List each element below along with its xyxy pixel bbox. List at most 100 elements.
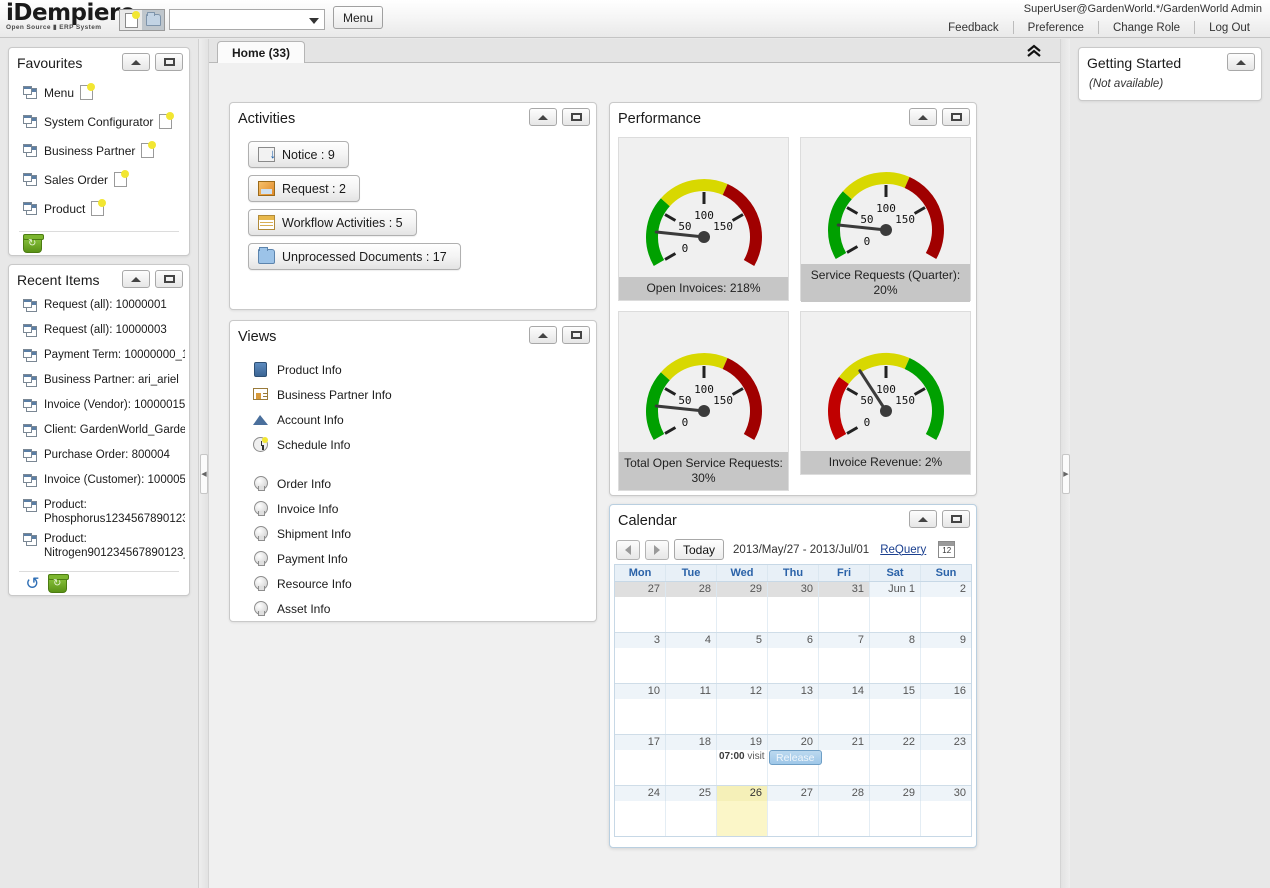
favourites-collapse-button[interactable] <box>122 53 150 71</box>
calendar-date-number[interactable]: 5 <box>717 633 768 648</box>
calendar-day-cell[interactable] <box>819 750 870 785</box>
recent-maximize-button[interactable] <box>155 270 183 288</box>
left-splitter[interactable] <box>199 39 209 888</box>
new-tab-button[interactable] <box>142 10 164 30</box>
recent-item[interactable]: Request (all): 10000003 <box>9 320 189 345</box>
calendar-date-number[interactable]: 29 <box>717 582 768 597</box>
preference-link[interactable]: Preference <box>1014 22 1098 34</box>
calendar-date-number[interactable]: 23 <box>921 735 971 750</box>
calendar-date-number[interactable]: 18 <box>666 735 717 750</box>
calendar-event-text[interactable]: 07:00 visit <box>719 751 765 762</box>
calendar-date-number[interactable]: 7 <box>819 633 870 648</box>
calendar-day-cell[interactable] <box>768 648 819 683</box>
calendar-date-number[interactable]: 6 <box>768 633 819 648</box>
calendar-next-button[interactable] <box>645 540 669 560</box>
left-splitter-collapse-handle[interactable] <box>200 454 208 494</box>
calendar-date-number[interactable]: 27 <box>768 786 819 801</box>
calendar-date-number[interactable]: 29 <box>870 786 921 801</box>
chevron-down-icon[interactable] <box>309 18 319 24</box>
recent-item[interactable]: Product: Phosphorus1234567890123_1234 <box>9 495 189 529</box>
view-item[interactable]: Account Info <box>252 407 596 432</box>
recent-item[interactable]: Client: GardenWorld_GardenW <box>9 420 189 445</box>
recent-item[interactable]: Invoice (Vendor): 10000015 <box>9 395 189 420</box>
calendar-day-cell[interactable] <box>921 750 971 785</box>
calendar-date-number[interactable]: 19 <box>717 735 768 750</box>
calendar-date-number[interactable]: 4 <box>666 633 717 648</box>
new-window-button[interactable] <box>120 10 142 30</box>
calendar-date-number[interactable]: 22 <box>870 735 921 750</box>
chevron-double-up-icon[interactable] <box>1022 40 1046 62</box>
gauge-card[interactable]: 050100150Service Requests (Quarter): 20% <box>800 137 971 301</box>
calendar-day-cell[interactable] <box>921 597 971 632</box>
calendar-day-cell[interactable] <box>615 648 666 683</box>
activities-collapse-button[interactable] <box>529 108 557 126</box>
document-icon[interactable] <box>80 85 93 100</box>
views-collapse-button[interactable] <box>529 326 557 344</box>
activity-button[interactable]: Notice : 9 <box>248 141 349 168</box>
activity-button[interactable]: Workflow Activities : 5 <box>248 209 417 236</box>
calendar-day-cell[interactable] <box>615 750 666 785</box>
calendar-date-number[interactable]: 13 <box>768 684 819 699</box>
calendar-date-number[interactable]: 12 <box>717 684 768 699</box>
view-item[interactable]: Product Info <box>252 357 596 382</box>
calendar-day-cell[interactable] <box>921 699 971 734</box>
view-item[interactable]: Payment Info <box>252 546 596 571</box>
calendar-maximize-button[interactable] <box>942 510 970 528</box>
calendar-date-number[interactable]: 11 <box>666 684 717 699</box>
view-item[interactable]: Shipment Info <box>252 521 596 546</box>
recent-item[interactable]: Product: Nitrogen901234567890123_Phosp <box>9 529 189 563</box>
calendar-day-cell[interactable] <box>717 648 768 683</box>
view-item[interactable]: Business Partner Info <box>252 382 596 407</box>
favourite-item[interactable]: System Configurator <box>9 107 189 136</box>
calendar-day-cell[interactable] <box>819 648 870 683</box>
calendar-date-number[interactable]: 30 <box>921 786 971 801</box>
calendar-day-cell[interactable] <box>768 801 819 836</box>
calendar-day-cell[interactable] <box>615 597 666 632</box>
calendar-date-number[interactable]: 14 <box>819 684 870 699</box>
view-item[interactable]: Resource Info <box>252 571 596 596</box>
calendar-date-number[interactable]: 28 <box>666 582 717 597</box>
calendar-day-cell[interactable] <box>666 597 717 632</box>
right-splitter[interactable] <box>1060 39 1070 888</box>
calendar-day-cell[interactable] <box>615 699 666 734</box>
calendar-day-cell[interactable] <box>666 699 717 734</box>
calendar-collapse-button[interactable] <box>909 510 937 528</box>
document-icon[interactable] <box>159 114 172 129</box>
views-maximize-button[interactable] <box>562 326 590 344</box>
calendar-date-number[interactable]: 15 <box>870 684 921 699</box>
calendar-day-cell[interactable] <box>870 801 921 836</box>
calendar-requery-link[interactable]: ReQuery <box>880 544 926 556</box>
favourite-item[interactable]: Menu <box>9 78 189 107</box>
recycle-bin-icon[interactable] <box>23 236 42 253</box>
calendar-day-cell[interactable] <box>717 597 768 632</box>
document-icon[interactable] <box>91 201 104 216</box>
refresh-icon[interactable]: ↺ <box>23 576 42 593</box>
feedback-link[interactable]: Feedback <box>934 22 1013 34</box>
calendar-day-cell[interactable] <box>717 699 768 734</box>
document-icon[interactable] <box>114 172 127 187</box>
calendar-day-cell[interactable] <box>819 597 870 632</box>
calendar-date-number[interactable]: Jun 1 <box>870 582 921 597</box>
calendar-date-number[interactable]: 28 <box>819 786 870 801</box>
calendar-date-number[interactable]: 27 <box>615 582 666 597</box>
calendar-date-number[interactable]: 31 <box>819 582 870 597</box>
tab-home[interactable]: Home (33) <box>217 41 305 64</box>
calendar-date-number[interactable]: 16 <box>921 684 971 699</box>
calendar-date-number[interactable]: 2 <box>921 582 971 597</box>
view-item[interactable]: Schedule Info <box>252 432 596 457</box>
calendar-prev-button[interactable] <box>616 540 640 560</box>
calendar-day-cell[interactable] <box>921 648 971 683</box>
favourites-maximize-button[interactable] <box>155 53 183 71</box>
calendar-date-number[interactable]: 30 <box>768 582 819 597</box>
activity-button[interactable]: Request : 2 <box>248 175 360 202</box>
calendar-day-cell[interactable] <box>870 648 921 683</box>
getting-started-collapse-button[interactable] <box>1227 53 1255 71</box>
calendar-day-cell[interactable] <box>870 699 921 734</box>
calendar-day-cell[interactable] <box>819 801 870 836</box>
performance-maximize-button[interactable] <box>942 108 970 126</box>
calendar-event-chip[interactable]: Release <box>769 750 822 765</box>
calendar-day-cell[interactable] <box>717 801 768 836</box>
log-out-link[interactable]: Log Out <box>1195 22 1264 34</box>
change-role-link[interactable]: Change Role <box>1099 22 1194 34</box>
calendar-date-number[interactable]: 8 <box>870 633 921 648</box>
